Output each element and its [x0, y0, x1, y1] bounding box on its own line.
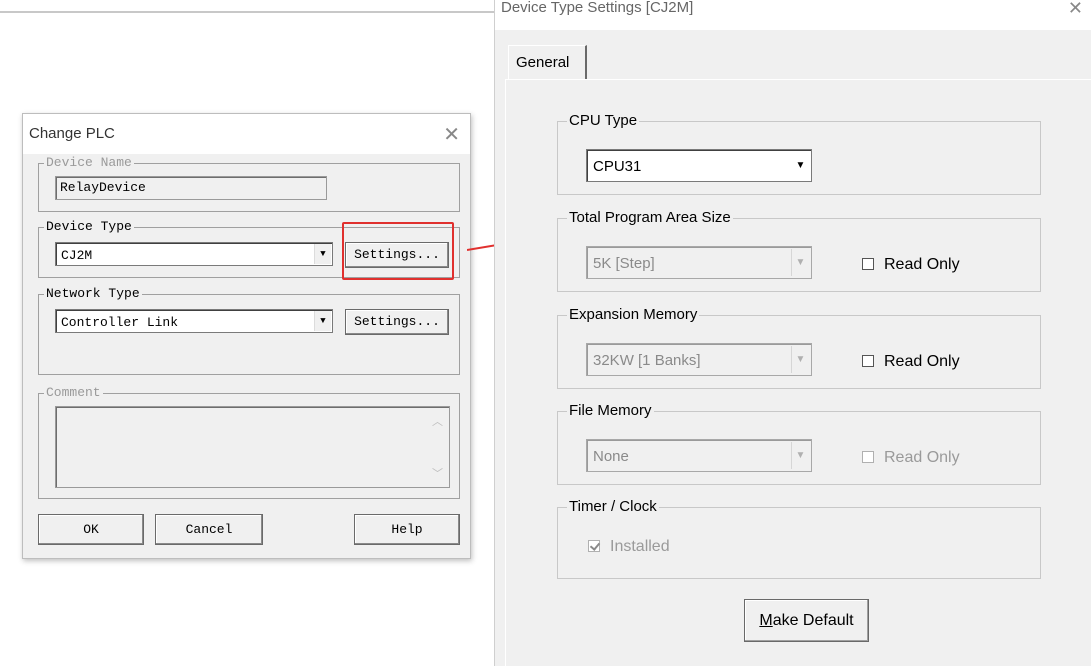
tab-general[interactable]: General	[508, 45, 587, 80]
make-default-mnemonic: M	[759, 612, 773, 629]
file-memory-read-only-checkbox[interactable]: Read Only	[862, 449, 960, 467]
ok-button[interactable]: OK	[38, 514, 144, 545]
make-default-button[interactable]: Make Default	[744, 599, 869, 642]
file-memory-label: File Memory	[567, 401, 654, 421]
timer-clock-label: Timer / Clock	[567, 497, 659, 517]
file-memory-select[interactable]: None ▼	[586, 439, 812, 472]
cpu-type-label: CPU Type	[567, 111, 640, 131]
help-button[interactable]: Help	[354, 514, 460, 545]
cpu-type-select[interactable]: CPU31 ▼	[586, 149, 812, 182]
timer-clock-group: Timer / Clock Installed	[557, 497, 1041, 579]
program-area-label: Total Program Area Size	[567, 208, 733, 228]
change-plc-title: Change PLC	[29, 125, 115, 142]
network-type-select[interactable]: Controller Link ▼	[55, 309, 333, 333]
dropdown-arrow-icon[interactable]: ▼	[791, 346, 809, 373]
checkbox-icon[interactable]	[862, 451, 874, 463]
expansion-memory-value: 32KW [1 Banks]	[593, 352, 701, 369]
make-default-label: ake Default	[772, 612, 854, 629]
cancel-button[interactable]: Cancel	[155, 514, 263, 545]
expansion-memory-read-only-checkbox[interactable]: Read Only	[862, 353, 960, 371]
dropdown-arrow-icon[interactable]: ▼	[314, 311, 331, 331]
scroll-down-icon[interactable]: ﹀	[432, 465, 443, 481]
cpu-type-value: CPU31	[593, 158, 642, 175]
close-icon[interactable]: ✕	[443, 122, 460, 147]
read-only-label: Read Only	[884, 449, 960, 466]
network-type-value: Controller Link	[61, 315, 179, 330]
network-type-label: Network Type	[44, 286, 142, 301]
dropdown-arrow-icon[interactable]: ▼	[791, 249, 809, 276]
program-area-value: 5K [Step]	[593, 255, 655, 272]
expansion-memory-group: Expansion Memory 32KW [1 Banks] ▼ Read O…	[557, 305, 1041, 389]
cpu-type-group: CPU Type CPU31 ▼	[557, 111, 1041, 195]
read-only-label: Read Only	[884, 353, 960, 370]
checkbox-icon[interactable]	[862, 258, 874, 270]
highlight-box	[342, 222, 454, 280]
dts-titlebar: Device Type Settings [CJ2M] ✕	[495, 0, 1091, 30]
close-icon[interactable]: ✕	[1068, 0, 1083, 19]
device-type-settings-dialog: Device Type Settings [CJ2M] ✕ General CP…	[494, 0, 1091, 666]
checkmark-icon[interactable]	[588, 540, 600, 552]
network-type-settings-button[interactable]: Settings...	[345, 309, 449, 335]
file-memory-value: None	[593, 448, 629, 465]
installed-label: Installed	[610, 538, 670, 555]
dropdown-arrow-icon[interactable]: ▼	[791, 442, 809, 469]
installed-checkbox[interactable]: Installed	[588, 538, 670, 556]
dropdown-arrow-icon[interactable]: ▼	[792, 152, 809, 179]
change-plc-dialog: Change PLC ✕ Device Name RelayDevice Dev…	[22, 113, 471, 559]
dts-title: Device Type Settings [CJ2M]	[501, 0, 694, 16]
device-type-value: CJ2M	[61, 248, 93, 263]
program-area-group: Total Program Area Size 5K [Step] ▼ Read…	[557, 208, 1041, 292]
expansion-memory-select[interactable]: 32KW [1 Banks] ▼	[586, 343, 812, 376]
device-type-select[interactable]: CJ2M ▼	[55, 242, 333, 266]
comment-label: Comment	[44, 385, 103, 400]
program-area-select[interactable]: 5K [Step] ▼	[586, 246, 812, 279]
device-type-label: Device Type	[44, 219, 134, 234]
program-area-read-only-checkbox[interactable]: Read Only	[862, 256, 960, 274]
scroll-up-icon[interactable]: ︿	[432, 413, 443, 429]
file-memory-group: File Memory None ▼ Read Only	[557, 401, 1041, 485]
device-name-label: Device Name	[44, 155, 134, 170]
dropdown-arrow-icon[interactable]: ▼	[314, 244, 331, 264]
read-only-label: Read Only	[884, 256, 960, 273]
device-name-field[interactable]: RelayDevice	[55, 176, 327, 200]
change-plc-titlebar: Change PLC ✕	[23, 114, 470, 154]
checkbox-icon[interactable]	[862, 355, 874, 367]
expansion-memory-label: Expansion Memory	[567, 305, 700, 325]
comment-textarea[interactable]: ︿ ﹀	[55, 406, 450, 488]
background-window-edge	[0, 11, 494, 13]
